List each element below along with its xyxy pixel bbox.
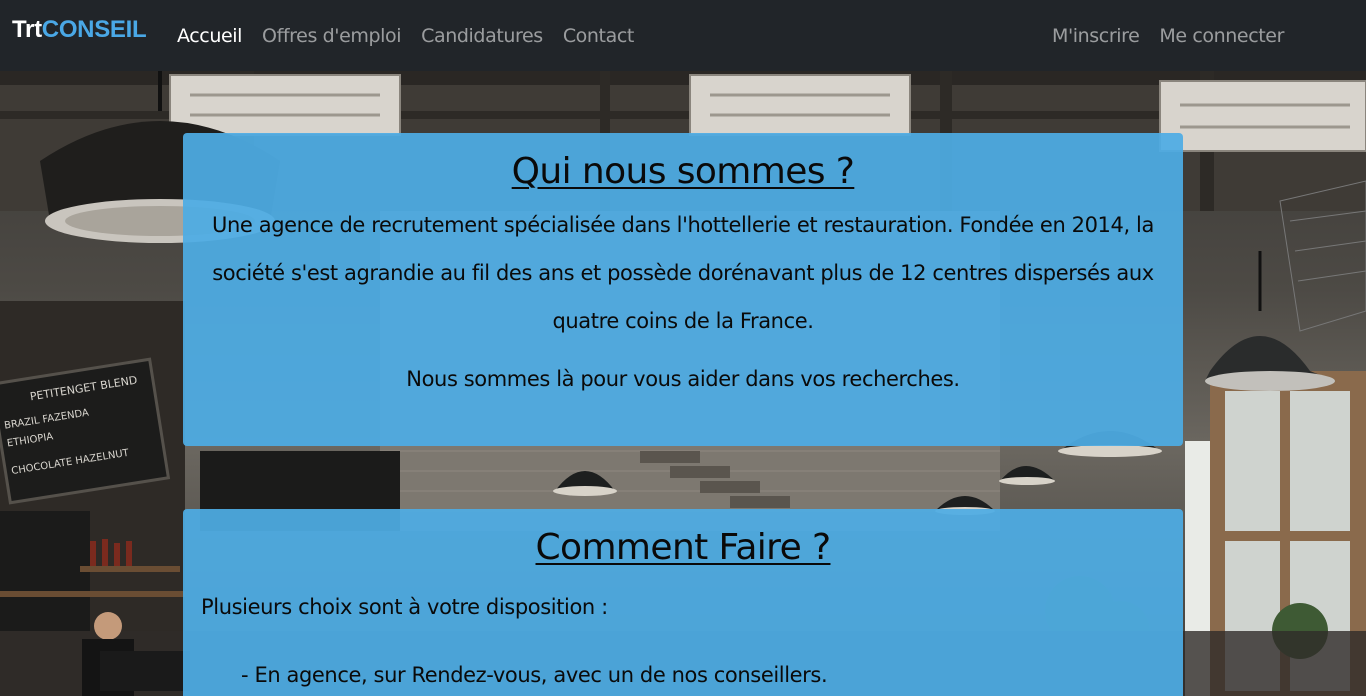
- brand-part1: Trt: [12, 16, 42, 43]
- nav-link-accueil[interactable]: Accueil: [167, 22, 252, 50]
- nav-link-connecter[interactable]: Me connecter: [1149, 22, 1294, 50]
- how-intro: Plusieurs choix sont à votre disposition…: [201, 595, 608, 619]
- navbar: TrtCONSEIL Accueil Offres d'emploi Candi…: [0, 0, 1366, 71]
- about-card: Qui nous sommes ? Une agence de recrutem…: [183, 133, 1183, 446]
- brand-part2: CONSEIL: [41, 16, 147, 43]
- about-title: Qui nous sommes ?: [511, 151, 855, 192]
- nav-right: M'inscrire Me connecter: [1042, 22, 1294, 50]
- how-item-agence: - En agence, sur Rendez-vous, avec un de…: [241, 663, 828, 687]
- how-title: Comment Faire ?: [535, 527, 832, 568]
- about-description: Une agence de recrutement spécialisée da…: [212, 213, 1154, 333]
- nav-link-candidatures[interactable]: Candidatures: [411, 22, 553, 50]
- nav-link-inscrire[interactable]: M'inscrire: [1042, 22, 1149, 50]
- nav-link-offres[interactable]: Offres d'emploi: [252, 22, 411, 50]
- nav-left: Accueil Offres d'emploi Candidatures Con…: [167, 22, 644, 50]
- how-card: Comment Faire ? Plusieurs choix sont à v…: [183, 509, 1183, 696]
- about-help-text: Nous sommes là pour vous aider dans vos …: [406, 367, 960, 391]
- brand-logo[interactable]: TrtCONSEIL: [12, 16, 147, 44]
- nav-link-contact[interactable]: Contact: [553, 22, 644, 50]
